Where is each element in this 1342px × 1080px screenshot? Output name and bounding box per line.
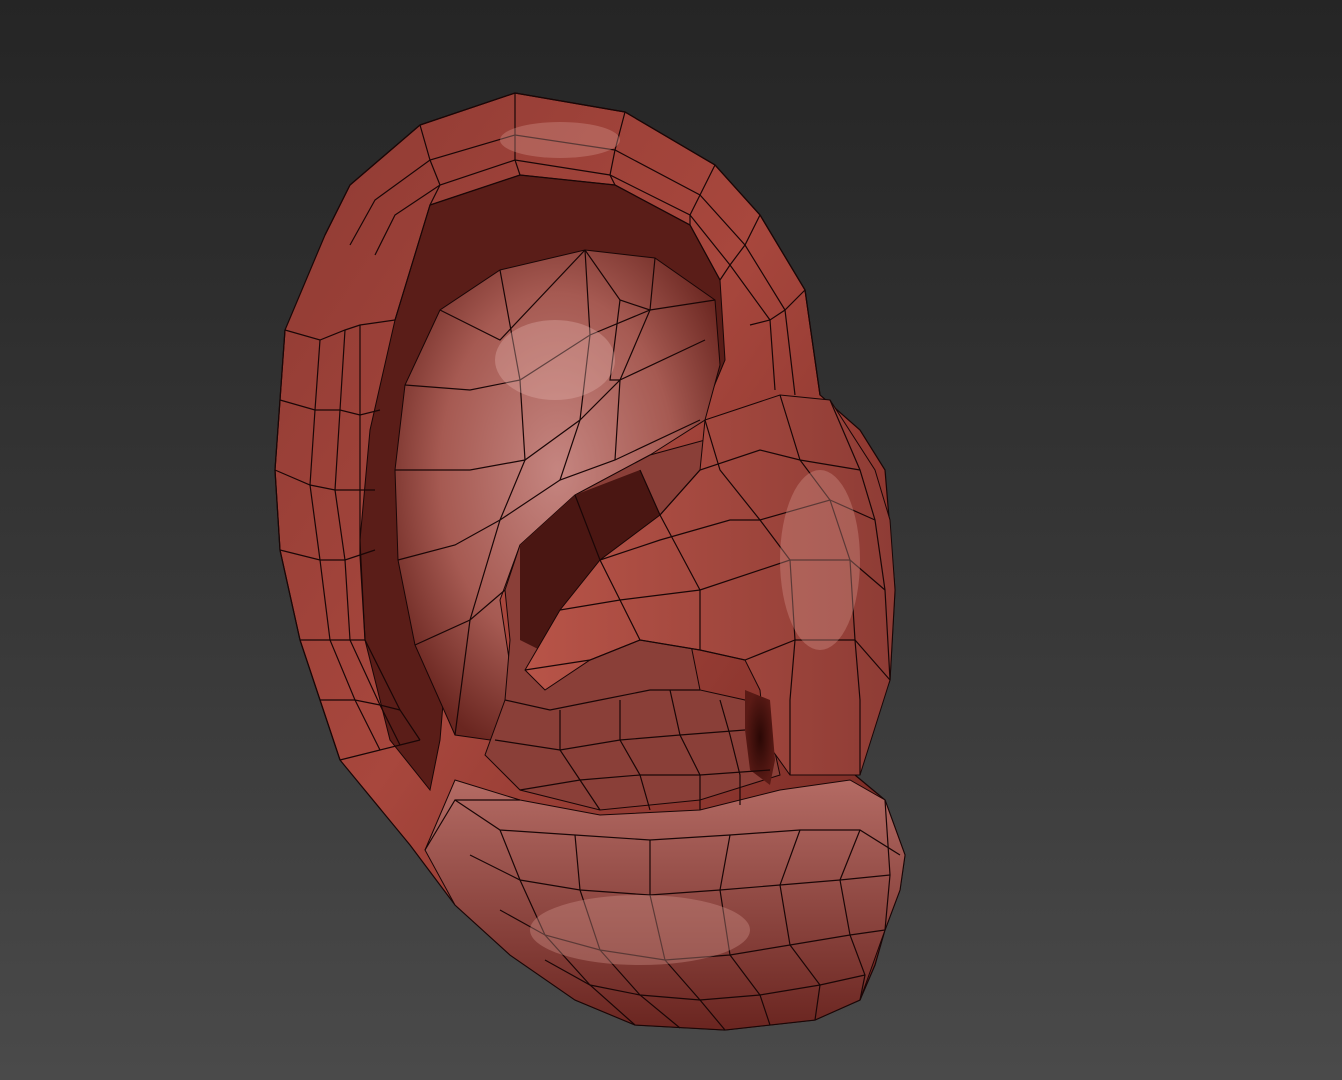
3d-viewport[interactable] <box>0 0 1342 1080</box>
ear-model-render[interactable] <box>0 0 1342 1080</box>
